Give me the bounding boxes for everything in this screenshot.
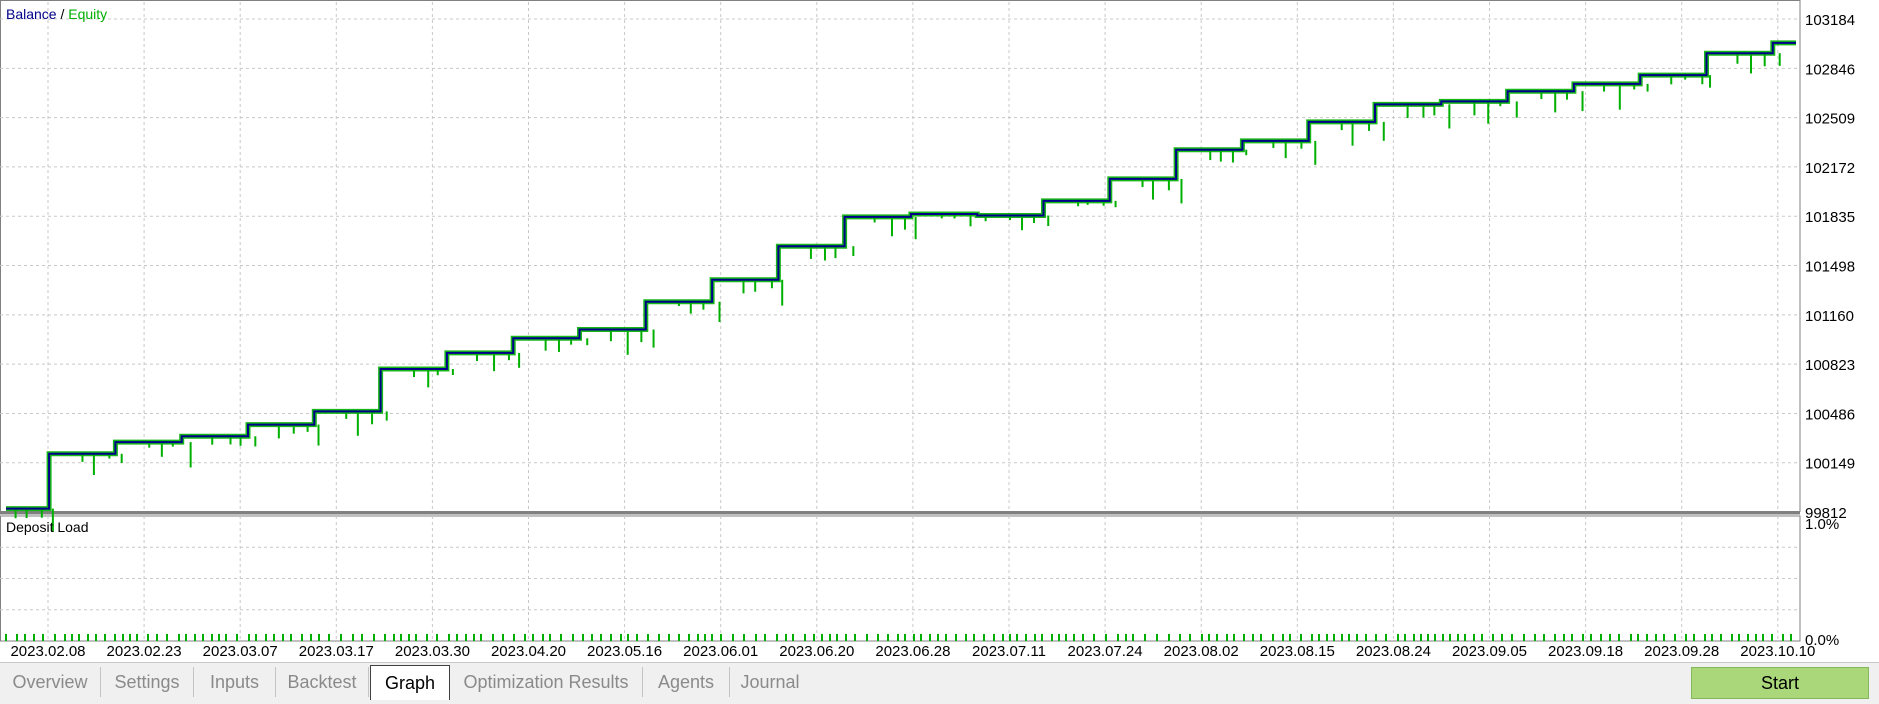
- deposit-load-min-label: 0.0%: [1805, 632, 1839, 649]
- x-tick-label: 2023.05.16: [587, 643, 662, 660]
- chart-canvas: 103184 102846 102509 102172 101835 101498 1011…: [0, 0, 1855, 660]
- legend: Balance / Equity: [6, 6, 107, 22]
- x-tick-label: 2023.03.17: [299, 643, 374, 660]
- balance-line: [6, 41, 1796, 510]
- x-tick-label: 2023.07.24: [1068, 643, 1143, 660]
- x-tick-label: 2023.02.08: [10, 643, 85, 660]
- x-tick-label: 2023.02.23: [107, 643, 182, 660]
- y-tick-label: 103184: [1805, 12, 1855, 29]
- balance-equity-chart: 103184 102846 102509 102172 101835 101498 1011…: [0, 0, 1879, 662]
- y-tick-label: 100149: [1805, 456, 1855, 473]
- equity-line: [6, 40, 1796, 512]
- equity-series: [14, 53, 1781, 532]
- y-tick-label: 102172: [1805, 160, 1855, 177]
- legend-balance: Balance: [6, 6, 57, 22]
- tab-backtest[interactable]: Backtest: [276, 667, 369, 697]
- tester-tab-bar: Overview Settings Inputs Backtest Graph …: [0, 662, 1879, 704]
- deposit-load-series: [5, 634, 1792, 641]
- x-tick-label: 2023.08.02: [1164, 643, 1239, 660]
- x-tick-label: 2023.09.28: [1644, 643, 1719, 660]
- tab-settings[interactable]: Settings: [101, 667, 194, 697]
- deposit-load-max-label: 1.0%: [1805, 516, 1839, 533]
- y-tick-label: 101160: [1805, 308, 1854, 325]
- tab-inputs[interactable]: Inputs: [194, 667, 276, 697]
- x-tick-label: 2023.09.05: [1452, 643, 1527, 660]
- y-tick-label: 100486: [1805, 406, 1855, 423]
- x-tick-label: 2023.04.20: [491, 643, 566, 660]
- y-tick-label: 102846: [1805, 61, 1855, 78]
- tab-graph[interactable]: Graph: [370, 665, 450, 700]
- tab-optimization-results[interactable]: Optimization Results: [450, 667, 643, 697]
- x-tick-label: 2023.08.15: [1260, 643, 1335, 660]
- x-tick-label: 2023.06.01: [683, 643, 758, 660]
- y-tick-label: 101835: [1805, 209, 1855, 226]
- x-tick-label: 2023.06.28: [875, 643, 950, 660]
- main-panel-frame: [0, 0, 1801, 512]
- x-tick-label: 2023.03.07: [203, 643, 278, 660]
- y-tick-label: 102509: [1805, 111, 1855, 128]
- start-button[interactable]: Start: [1691, 667, 1869, 699]
- x-tick-label: 2023.08.24: [1356, 643, 1431, 660]
- tab-overview[interactable]: Overview: [0, 667, 101, 697]
- y-tick-label: 101498: [1805, 258, 1855, 275]
- legend-equity: Equity: [68, 6, 107, 22]
- deposit-load-title: Deposit Load: [6, 519, 89, 535]
- tab-agents[interactable]: Agents: [643, 667, 730, 697]
- x-tick-label: 2023.03.30: [395, 643, 470, 660]
- legend-separator: /: [57, 6, 69, 22]
- x-tick-label: 2023.09.18: [1548, 643, 1623, 660]
- x-tick-label: 2023.06.20: [779, 643, 854, 660]
- y-tick-label: 100823: [1805, 357, 1855, 374]
- x-tick-label: 2023.07.11: [972, 643, 1046, 660]
- tab-journal[interactable]: Journal: [730, 667, 810, 697]
